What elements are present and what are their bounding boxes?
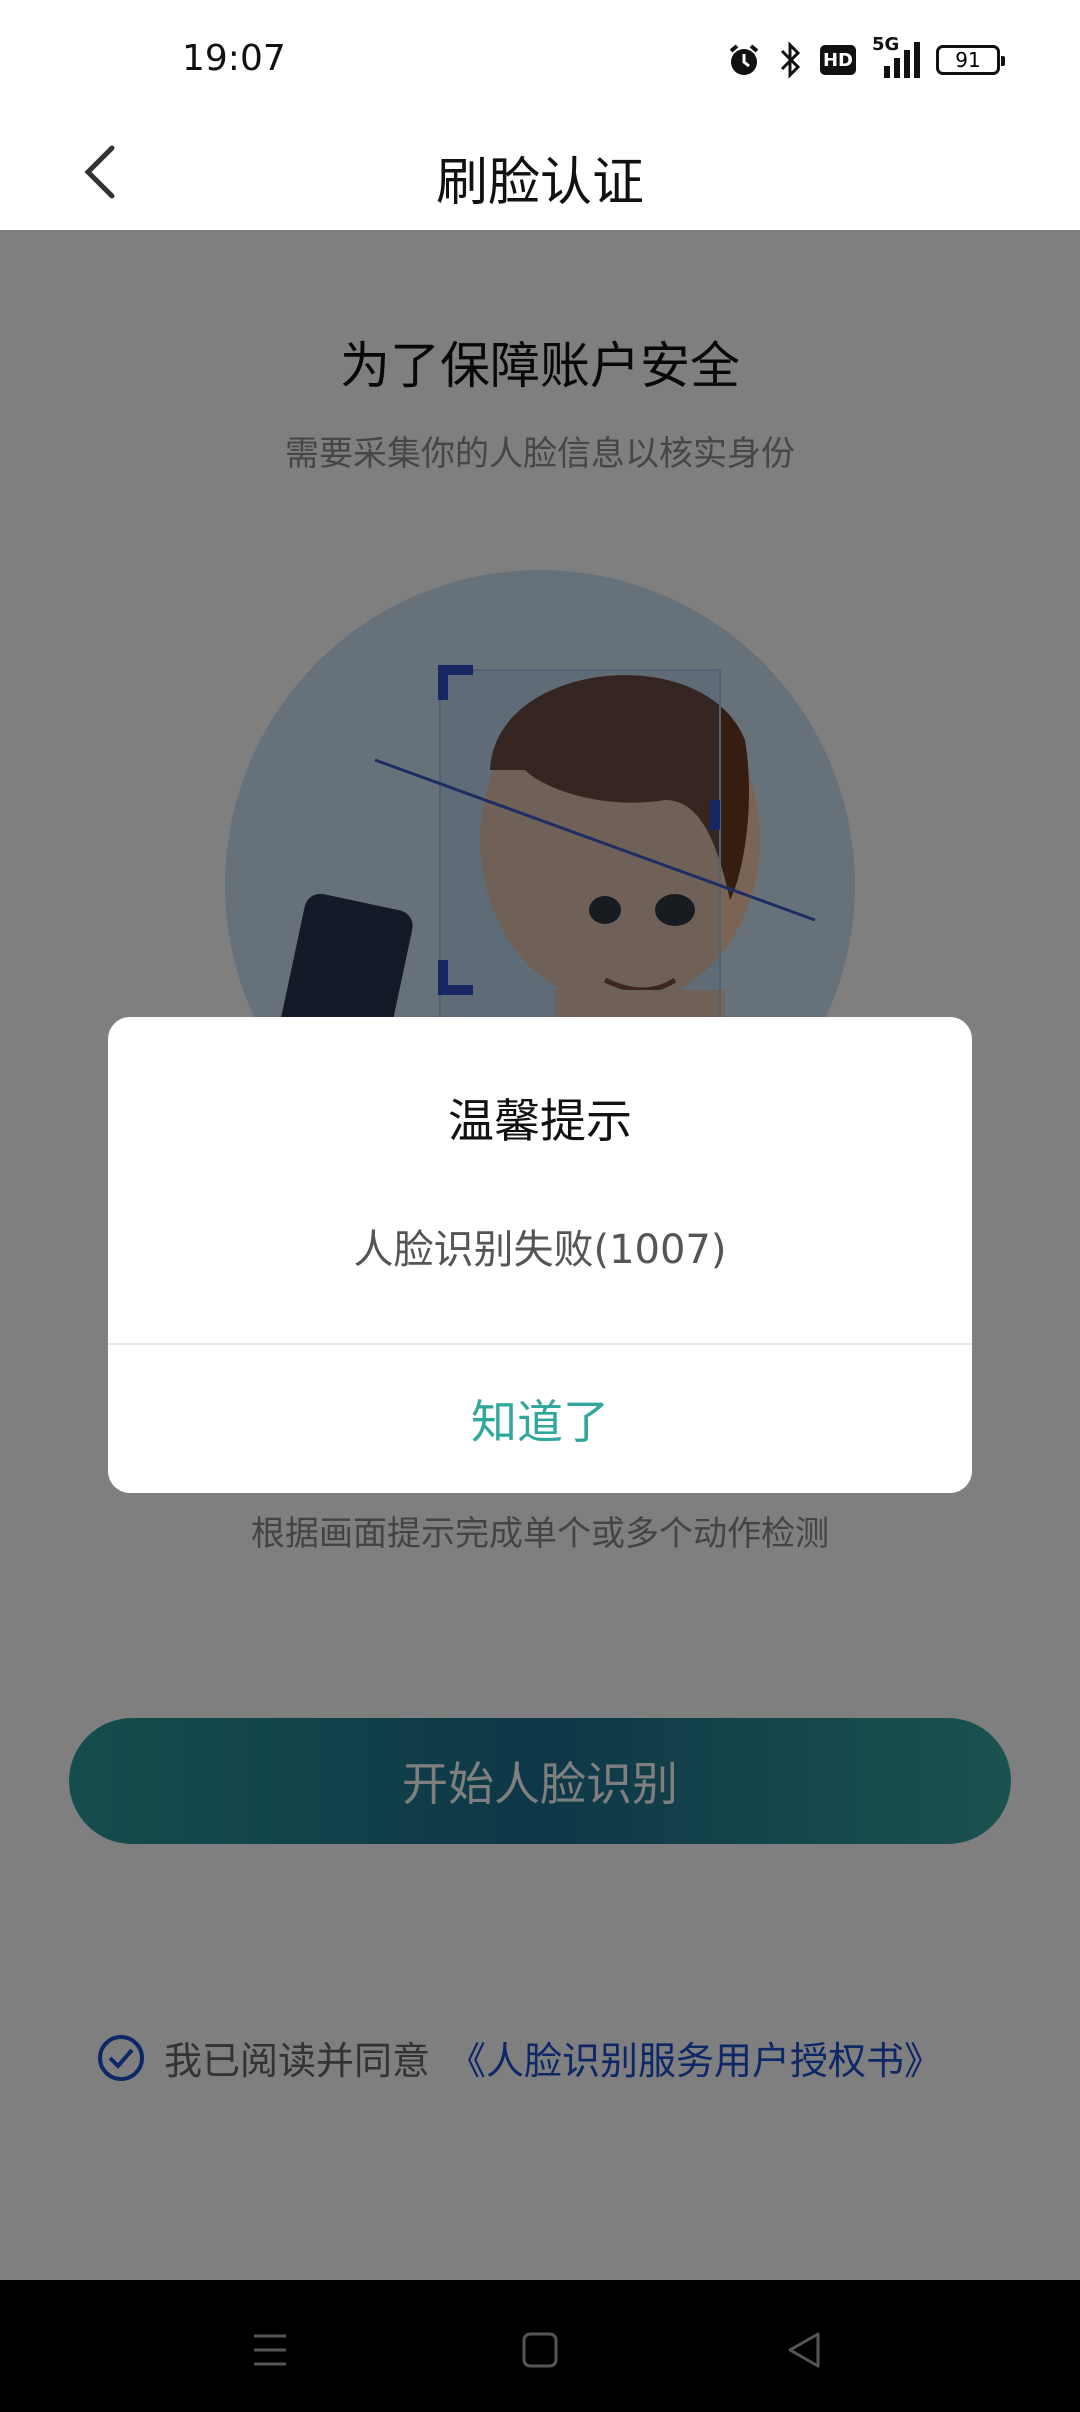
battery-icon: 91 (936, 45, 1005, 75)
alert-dialog: 温馨提示 人脸识别失败(1007) 知道了 (108, 1017, 972, 1493)
alarm-icon (726, 42, 762, 78)
app-header: 刷脸认证 (0, 120, 1080, 230)
signal-5g-icon: 5G (872, 34, 920, 80)
hd-icon: HD (820, 45, 856, 75)
bluetooth-icon (778, 41, 804, 79)
system-nav-bar (0, 2280, 1080, 2412)
nav-home-button[interactable] (500, 2310, 580, 2390)
status-time: 19:07 (182, 38, 286, 79)
dialog-ok-button[interactable]: 知道了 (108, 1345, 972, 1493)
dialog-message: 人脸识别失败(1007) (353, 1227, 727, 1273)
nav-menu-button[interactable] (230, 2310, 310, 2390)
nav-back-button[interactable] (764, 2310, 844, 2390)
status-icons: HD 5G 91 (726, 34, 1005, 82)
home-icon (522, 2332, 558, 2368)
menu-icon (254, 2334, 286, 2366)
status-bar: 19:07 HD 5G 91 (0, 0, 1080, 120)
page-title: 刷脸认证 (435, 153, 644, 213)
battery-level: 91 (955, 48, 981, 72)
dialog-title: 温馨提示 (448, 1094, 632, 1148)
screen: 19:07 HD 5G 91 刷脸认证 为了保障 (0, 0, 1080, 2412)
back-icon (788, 2332, 820, 2368)
network-label: 5G (872, 34, 900, 55)
